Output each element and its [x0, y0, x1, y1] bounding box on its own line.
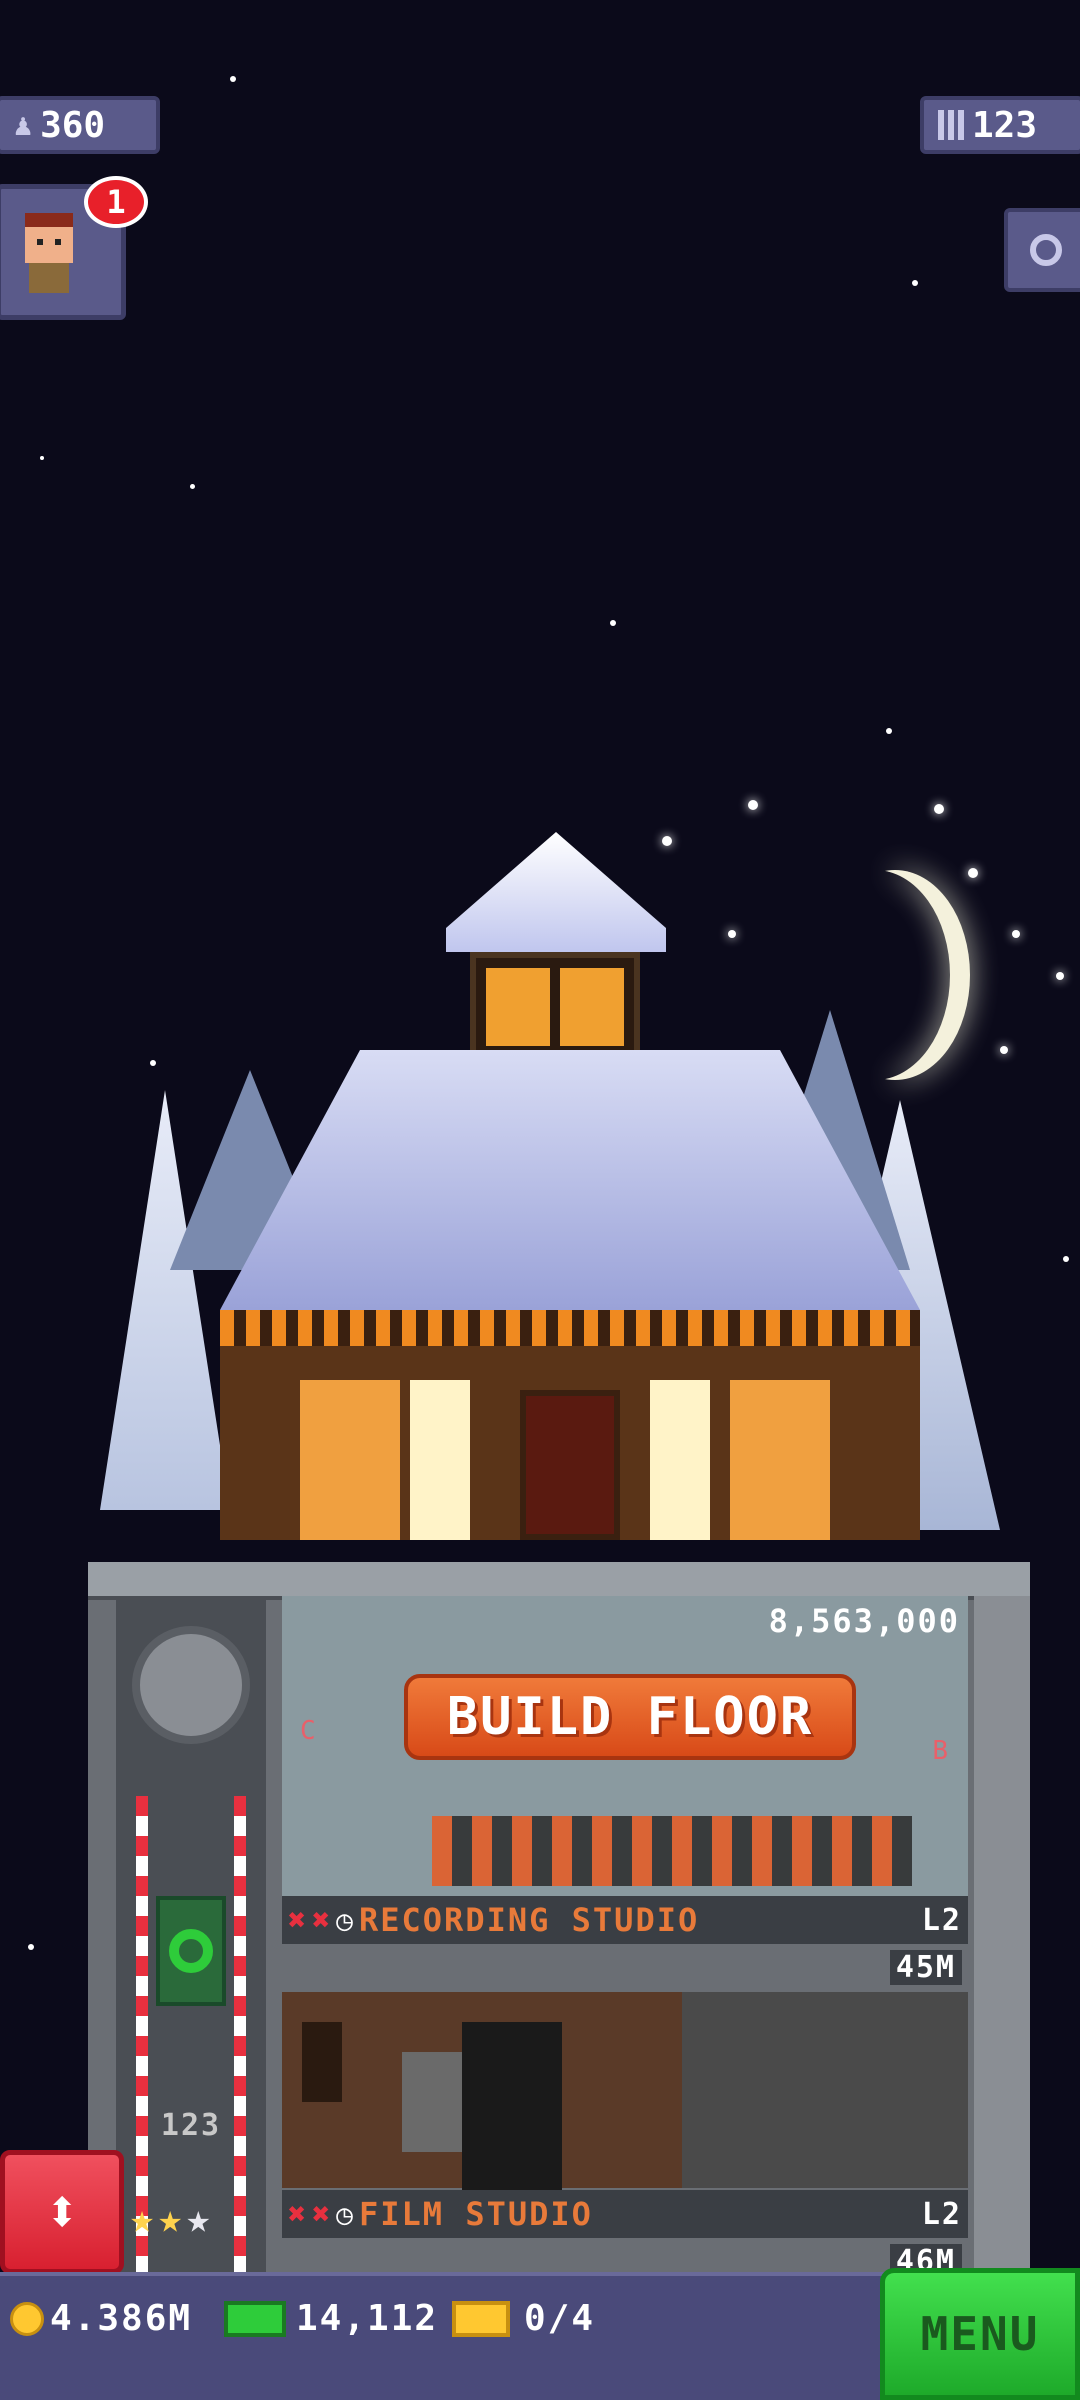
clock-icon: ◷: [336, 2197, 353, 2231]
wreath-icon: [169, 1929, 213, 1973]
cupola-roof: [446, 832, 666, 952]
rooftop-lodge: [100, 830, 1020, 1570]
build-floor-button[interactable]: BUILD FLOOR: [404, 1674, 856, 1760]
cross-icon: ✖: [288, 2196, 307, 2232]
star-icon: ★: [130, 2196, 155, 2242]
up-down-arrow-icon: ⬍: [43, 2177, 81, 2247]
floor-name: FILM STUDIO: [358, 2195, 593, 2233]
elevator-rail-right: [234, 1796, 246, 2296]
coin-icon: [10, 2301, 44, 2336]
coin-counter: 4.386M: [10, 2298, 192, 2339]
tower: 123 8,563,000 C B BUILD FLOOR ✖ ✖ ◷ RECO…: [88, 1562, 1030, 2302]
rating-stars: ★ ★ ★: [130, 2196, 210, 2242]
recording-studio-room: [282, 1992, 968, 2192]
build-floor-label: BUILD FLOOR: [446, 1687, 814, 1747]
building-icon: [938, 110, 964, 140]
build-cost: 8,563,000: [768, 1602, 960, 1640]
star-icon: ★: [158, 2196, 183, 2242]
ticket-icon: [452, 2300, 510, 2337]
population-counter: ♟ 360: [0, 96, 160, 154]
notification-badge: 1: [84, 176, 148, 228]
elevator-car: [156, 1896, 226, 2006]
snowy-tree-left: [100, 1090, 230, 1510]
bux-icon: [224, 2300, 286, 2337]
floor-bar-film-studio[interactable]: ✖ ✖ ◷ FILM STUDIO L2: [282, 2190, 968, 2238]
stock-letter-b: B: [932, 1736, 948, 1766]
lodge-facade: [220, 1310, 920, 1540]
floor-counter: 123: [920, 96, 1080, 154]
floor-name: RECORDING STUDIO: [358, 1901, 700, 1939]
floor-level: L2: [921, 1902, 962, 1938]
cross-icon: ✖: [288, 1902, 307, 1938]
menu-button[interactable]: MENU: [880, 2268, 1080, 2400]
floor-bar-recording-studio[interactable]: ✖ ✖ ◷ RECORDING STUDIO L2: [282, 1896, 968, 1944]
clock-icon: ◷: [336, 1903, 353, 1937]
star-icon: ★: [186, 2196, 211, 2242]
elevator-button[interactable]: ⬍: [0, 2150, 124, 2274]
menu-label: MENU: [920, 2307, 1040, 2361]
floor-income: 45M: [889, 1950, 962, 1985]
floor-level: L2: [921, 2196, 962, 2232]
magnifier-icon: [1030, 234, 1062, 266]
person-icon: ♟: [14, 107, 33, 143]
construction-workers: [432, 1816, 912, 1886]
cross-icon: ✖: [312, 2196, 331, 2232]
elevator-floor-number: 123: [160, 2108, 222, 2143]
ticket-counter: 0/4: [452, 2298, 595, 2339]
visitor-avatar: [19, 213, 79, 293]
bux-counter: 14,112: [224, 2298, 438, 2339]
elevator-gear: [132, 1626, 250, 1744]
cupola-window: [470, 952, 640, 1062]
search-button[interactable]: [1004, 208, 1080, 292]
cross-icon: ✖: [312, 1902, 331, 1938]
stock-letter-c: C: [300, 1716, 316, 1746]
